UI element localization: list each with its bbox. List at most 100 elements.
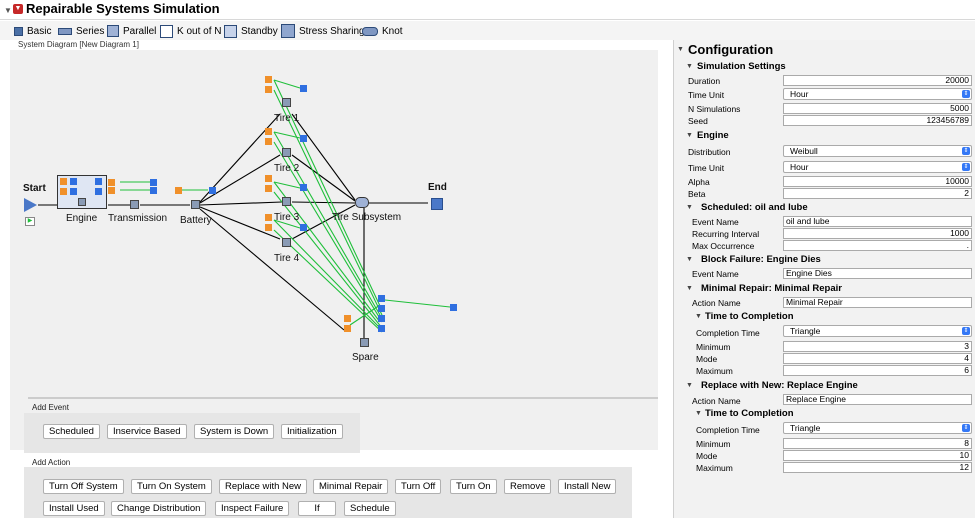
engine-time-unit-select[interactable]: Hour ⇕ bbox=[783, 161, 972, 173]
mr-minimum-field[interactable]: 3 bbox=[783, 341, 972, 352]
chevron-updown-icon: ⇕ bbox=[962, 90, 970, 98]
inspect-failure-button[interactable]: Inspect Failure bbox=[215, 501, 290, 516]
stress-sharing-button[interactable]: Stress Sharing bbox=[281, 24, 365, 38]
seed-label: Seed bbox=[688, 116, 708, 126]
scheduled-header: Scheduled: oil and lube bbox=[701, 202, 808, 213]
basic-button[interactable]: Basic bbox=[14, 24, 51, 38]
rn-completion-time-select[interactable]: Triangle ⇕ bbox=[783, 422, 972, 434]
knot-icon bbox=[362, 26, 378, 36]
red-triangle-menu-icon[interactable]: ▼ bbox=[13, 4, 23, 14]
disclosure-triangle-icon[interactable]: ▼ bbox=[686, 256, 693, 263]
distribution-select[interactable]: Weibull ⇕ bbox=[783, 145, 972, 157]
engine-block[interactable] bbox=[57, 175, 107, 209]
engine-header: Engine bbox=[697, 130, 729, 141]
inservice-based-button[interactable]: Inservice Based bbox=[107, 424, 187, 439]
system-is-down-button[interactable]: System is Down bbox=[194, 424, 275, 439]
toolbar: Basic Series Parallel K out of N Standby… bbox=[0, 21, 975, 40]
rn-mode-field[interactable]: 10 bbox=[783, 450, 972, 461]
turn-on-system-button[interactable]: Turn On System bbox=[131, 479, 212, 494]
mr-action-name-field[interactable]: Minimal Repair bbox=[783, 297, 972, 308]
alpha-field[interactable]: 10000 bbox=[783, 176, 972, 187]
knot-button[interactable]: Knot bbox=[362, 24, 403, 38]
configuration-title: Configuration bbox=[688, 42, 774, 57]
minimal-repair-button[interactable]: Minimal Repair bbox=[313, 479, 389, 494]
spare-node[interactable] bbox=[360, 338, 369, 347]
rn-action-name-field[interactable]: Replace Engine bbox=[783, 394, 972, 405]
end-block[interactable] bbox=[431, 198, 443, 210]
replace-with-new-button[interactable]: Replace with New bbox=[219, 479, 308, 494]
rn-ct-value: Triangle bbox=[790, 423, 821, 433]
engine-action-marker bbox=[70, 188, 77, 195]
knot-label: Knot bbox=[382, 25, 403, 37]
series-button[interactable]: Series bbox=[58, 24, 104, 38]
tire1-node[interactable] bbox=[282, 98, 291, 107]
disclosure-triangle-icon[interactable]: ▼ bbox=[695, 410, 702, 417]
parallel-button[interactable]: Parallel bbox=[107, 24, 156, 38]
app-title: Repairable Systems Simulation bbox=[26, 1, 220, 16]
transmission-node[interactable] bbox=[130, 200, 139, 209]
tire2-node[interactable] bbox=[282, 148, 291, 157]
disclosure-triangle-icon[interactable]: ▼ bbox=[686, 382, 693, 389]
transmission-label: Transmission bbox=[108, 213, 168, 224]
turn-off-button[interactable]: Turn Off bbox=[395, 479, 442, 494]
mr-maximum-field[interactable]: 6 bbox=[783, 365, 972, 376]
disclosure-triangle-icon[interactable]: ▼ bbox=[686, 132, 693, 139]
disclosure-triangle-icon[interactable]: ▼ bbox=[686, 285, 693, 292]
system-diagram-canvas[interactable]: ▶ Start End Engine Transmission Battery … bbox=[10, 50, 658, 450]
if-button[interactable]: If bbox=[298, 501, 336, 516]
install-new-button[interactable]: Install New bbox=[558, 479, 617, 494]
n-simulations-field[interactable]: 5000 bbox=[783, 103, 972, 114]
diagram-connections bbox=[38, 79, 451, 340]
duration-field[interactable]: 20000 bbox=[783, 75, 972, 86]
schedule-button[interactable]: Schedule bbox=[344, 501, 396, 516]
tire-subsystem-knot[interactable] bbox=[355, 197, 369, 208]
turn-off-system-button[interactable]: Turn Off System bbox=[43, 479, 124, 494]
initialization-button[interactable]: Initialization bbox=[281, 424, 343, 439]
replace-header: Replace with New: Replace Engine bbox=[701, 380, 858, 391]
mr-ct-value: Triangle bbox=[790, 326, 821, 336]
run-icon[interactable]: ▶ bbox=[25, 217, 35, 226]
disclosure-triangle-icon[interactable]: ▼ bbox=[686, 63, 693, 70]
sim-time-unit-select[interactable]: Hour ⇕ bbox=[783, 88, 972, 100]
spare-action-marker bbox=[378, 305, 385, 312]
engine-node bbox=[78, 198, 86, 206]
transmission-event-marker bbox=[108, 187, 115, 194]
max-occurrence-field[interactable]: . bbox=[783, 240, 972, 251]
mr-completion-time-select[interactable]: Triangle ⇕ bbox=[783, 325, 972, 337]
install-used-button[interactable]: Install Used bbox=[43, 501, 105, 516]
remove-button[interactable]: Remove bbox=[504, 479, 552, 494]
seed-field[interactable]: 123456789 bbox=[783, 115, 972, 126]
tire4-node[interactable] bbox=[282, 238, 291, 247]
k-out-of-n-icon bbox=[160, 24, 173, 38]
change-distribution-button[interactable]: Change Distribution bbox=[111, 501, 207, 516]
start-play-icon[interactable] bbox=[24, 198, 37, 212]
standby-button[interactable]: Standby bbox=[224, 24, 278, 38]
disclosure-triangle-icon[interactable]: ▼ bbox=[4, 6, 12, 15]
battery-node[interactable] bbox=[191, 200, 200, 209]
sched-event-name-field[interactable]: oil and lube bbox=[783, 216, 972, 227]
rn-maximum-field[interactable]: 12 bbox=[783, 462, 972, 473]
bf-event-name-field[interactable]: Engine Dies bbox=[783, 268, 972, 279]
k-out-of-n-button[interactable]: K out of N bbox=[160, 24, 221, 38]
engine-time-unit-value: Hour bbox=[790, 162, 809, 172]
diagram-divider[interactable] bbox=[28, 397, 658, 399]
stress-sharing-icon bbox=[281, 24, 295, 38]
turn-on-button[interactable]: Turn On bbox=[450, 479, 497, 494]
recurring-interval-field[interactable]: 1000 bbox=[783, 228, 972, 239]
rn-minimum-field[interactable]: 8 bbox=[783, 438, 972, 449]
disclosure-triangle-icon[interactable]: ▼ bbox=[695, 313, 702, 320]
beta-field[interactable]: 2 bbox=[783, 188, 972, 199]
standby-icon bbox=[224, 24, 237, 38]
tire4-label: Tire 4 bbox=[274, 253, 300, 264]
rn-completion-time-label: Completion Time bbox=[696, 425, 760, 435]
disclosure-triangle-icon[interactable]: ▼ bbox=[686, 204, 693, 211]
rn-mode-label: Mode bbox=[696, 451, 718, 461]
scheduled-button[interactable]: Scheduled bbox=[43, 424, 100, 439]
mr-mode-field[interactable]: 4 bbox=[783, 353, 972, 364]
spare-label: Spare bbox=[352, 352, 379, 363]
transmission-event-marker bbox=[108, 179, 115, 186]
distribution-label: Distribution bbox=[688, 147, 731, 157]
tire3-node[interactable] bbox=[282, 197, 291, 206]
disclosure-triangle-icon[interactable]: ▼ bbox=[677, 46, 684, 53]
tire4-event-marker bbox=[265, 214, 272, 221]
